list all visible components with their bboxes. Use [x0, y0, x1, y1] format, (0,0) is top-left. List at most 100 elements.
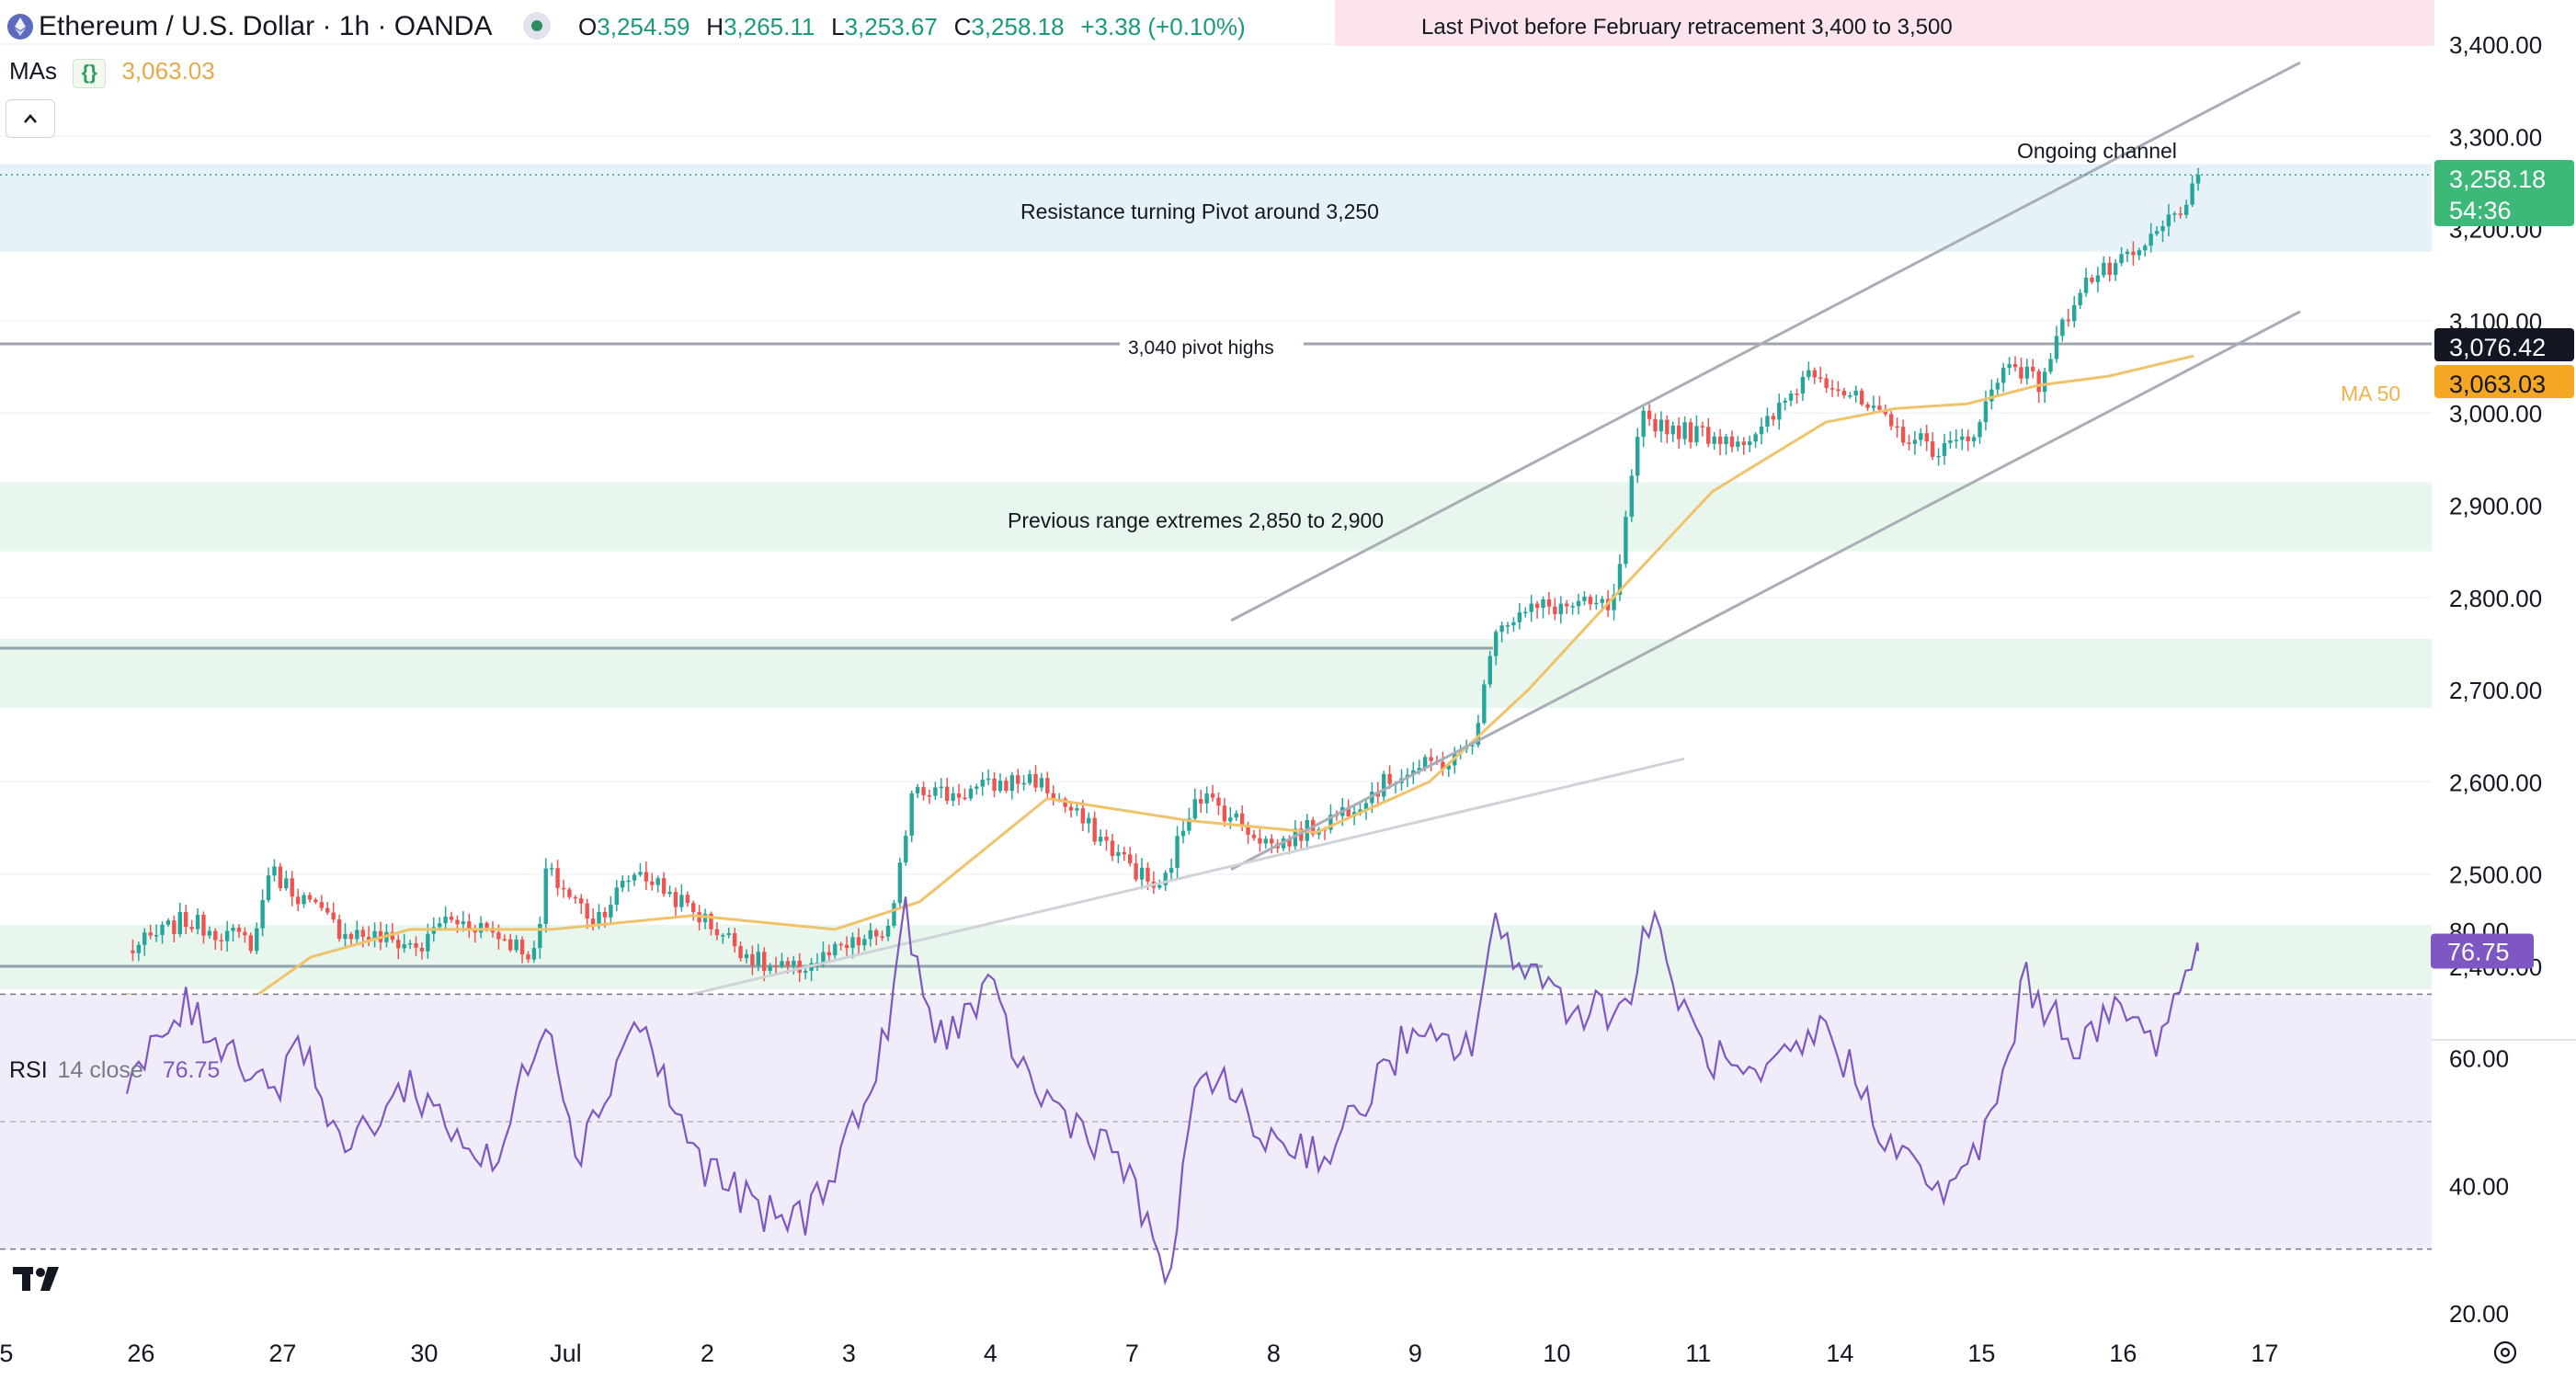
candle-body [2119, 254, 2123, 263]
candle-body [337, 919, 341, 939]
time-tick-label: 15 [1967, 1340, 1995, 1367]
candle-body [313, 900, 317, 903]
candle-body [1801, 377, 1805, 393]
candle-body [1842, 391, 1846, 395]
candle-body [396, 940, 400, 948]
candle-body [757, 952, 760, 964]
candle-body [2108, 263, 2112, 275]
candle-body [898, 862, 902, 903]
candle-body [455, 919, 459, 924]
candle-body [1169, 868, 1173, 872]
candle-body [874, 930, 878, 937]
candle-body [2013, 364, 2017, 367]
chevron-up-icon [6, 100, 54, 137]
candle-body [933, 787, 937, 795]
channel-label: Ongoing channel [2017, 139, 2177, 163]
candle-body [208, 931, 211, 936]
trading-chart[interactable]: Resistance turning Pivot around 3,250Pre… [0, 0, 2576, 1375]
candle-body [821, 952, 825, 963]
candle-body [721, 935, 724, 937]
candle-body [2167, 214, 2171, 226]
candle-body [503, 939, 507, 941]
candle-body [349, 934, 353, 940]
candle-body [992, 779, 996, 791]
candle-body [2055, 336, 2058, 359]
ma-label[interactable]: MAs [9, 57, 57, 85]
candle-body [225, 930, 229, 941]
rsi-title[interactable]: RSI [9, 1057, 48, 1083]
candle-body [644, 872, 648, 881]
candle-body [2001, 368, 2005, 382]
time-tick-label: 2 [701, 1340, 714, 1367]
candle-body [154, 935, 158, 937]
candle-body [414, 943, 417, 948]
candle-body [674, 892, 678, 907]
candle-body [1848, 395, 1852, 397]
candle-body [792, 961, 795, 965]
candle-body [438, 923, 441, 927]
ma50-label: MA 50 [2341, 382, 2400, 405]
candle-body [2084, 278, 2088, 293]
ohlc-c-value: 3,258.18 [971, 13, 1064, 40]
candle-body [1589, 597, 1592, 604]
candle-body [1506, 625, 1510, 627]
candle-body [1199, 799, 1203, 804]
candle-body [160, 925, 164, 935]
candle-body [166, 920, 170, 925]
candle-body [1069, 807, 1073, 811]
candle-body [857, 937, 861, 945]
candle-body [1830, 388, 1834, 390]
candle-body [1996, 382, 2000, 389]
time-axis: 25262730Jul234789101114151617 [0, 1340, 2278, 1367]
candle-body [2048, 359, 2052, 371]
candle-body [1671, 426, 1675, 434]
candle-body [1789, 393, 1793, 401]
candle-body [1211, 793, 1214, 797]
candle-body [1193, 799, 1197, 818]
collapse-button[interactable] [6, 99, 55, 138]
candle-body [615, 887, 619, 905]
tradingview-logo[interactable] [13, 1263, 72, 1294]
candle-body [862, 939, 866, 945]
market-status-icon [523, 12, 551, 40]
candle-body [2007, 364, 2011, 368]
candle-body [1624, 517, 1627, 564]
candle-body [508, 940, 512, 951]
candle-body [450, 917, 453, 920]
candle-body [1718, 437, 1722, 444]
candle-body [189, 927, 193, 929]
candle-body [1694, 426, 1698, 442]
candle-body [838, 944, 842, 946]
candle-body [443, 917, 447, 923]
chart-settings-icon[interactable] [2490, 1337, 2521, 1368]
candle-body [1795, 393, 1798, 395]
candle-body [1772, 416, 1775, 419]
candle-body [774, 965, 778, 967]
candle-body [880, 937, 883, 939]
candle-body [845, 945, 849, 948]
pivot-banner[interactable]: Last Pivot before February retracement 3… [1335, 0, 2434, 46]
candle-body [691, 903, 695, 912]
candle-body [484, 923, 488, 928]
candle-body [1925, 433, 1929, 441]
candle-body [910, 793, 914, 836]
rsi-tick-label: 40.00 [2449, 1172, 2509, 1200]
candle-body [1010, 775, 1014, 791]
candle-body [184, 912, 188, 927]
symbol-title[interactable]: Ethereum / U.S. Dollar · 1h · OANDA [39, 11, 492, 41]
candle-body [2078, 293, 2081, 305]
candle-body [686, 895, 690, 903]
candle-body [291, 878, 294, 896]
candle-body [479, 923, 483, 932]
candle-body [520, 940, 524, 954]
candle-body [1978, 422, 1981, 437]
candle-body [1258, 838, 1261, 844]
candle-body [1865, 405, 1869, 408]
candle-body [733, 933, 736, 946]
candle-body [1140, 868, 1144, 880]
last-price-tag: 3,258.1854:36 [2434, 160, 2574, 226]
settings-braces-icon[interactable]: {} [73, 59, 106, 88]
candle-body [1907, 442, 1910, 444]
candle-body [1736, 441, 1739, 447]
candle-body [1601, 599, 1604, 602]
